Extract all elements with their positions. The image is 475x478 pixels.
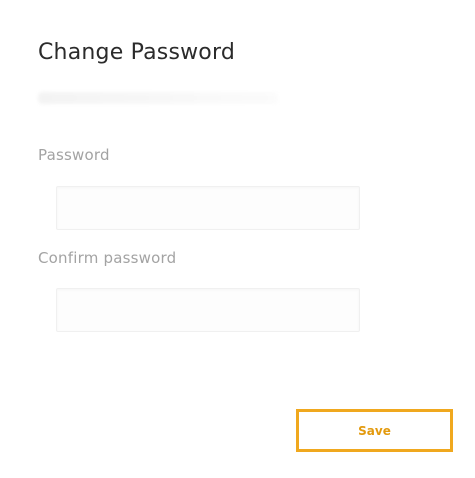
password-label: Password [38, 146, 110, 164]
dialog-title: Change Password [38, 40, 235, 65]
save-button[interactable]: Save [296, 409, 453, 452]
blurred-subtitle [38, 92, 278, 104]
confirm-password-label: Confirm password [38, 249, 177, 267]
confirm-password-input[interactable] [56, 288, 360, 332]
change-password-dialog: Change Password Password Confirm passwor… [0, 0, 475, 478]
password-input[interactable] [56, 186, 360, 230]
